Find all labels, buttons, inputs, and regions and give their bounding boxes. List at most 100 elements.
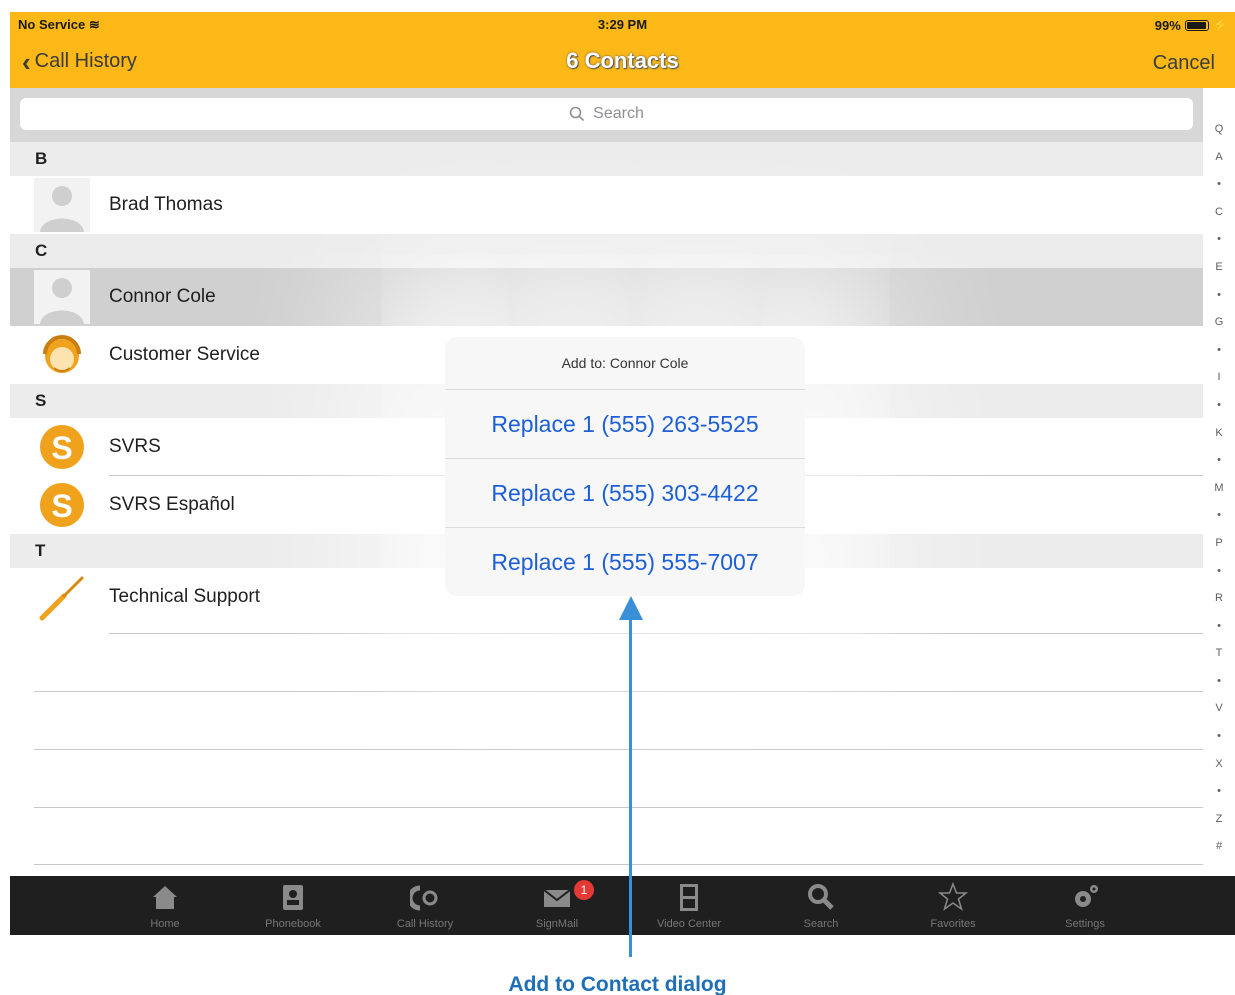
- index-letter[interactable]: E: [1215, 254, 1222, 282]
- index-letter[interactable]: #: [1216, 833, 1222, 861]
- contact-name: Technical Support: [109, 586, 261, 607]
- back-button[interactable]: ‹ Call History: [22, 46, 137, 77]
- tab-label: Search: [803, 918, 839, 930]
- replace-number-button-2[interactable]: Replace 1 (555) 303-4422: [445, 459, 805, 528]
- headset-agent-icon: [43, 335, 81, 373]
- dialog-title: Add to: Connor Cole: [445, 337, 805, 390]
- contact-name: Connor Cole: [109, 286, 216, 307]
- row-divider: [34, 749, 1203, 750]
- tab-label: SignMail: [535, 918, 579, 930]
- clock: 3:29 PM: [597, 17, 648, 32]
- section-header-c: C: [10, 234, 1203, 268]
- contact-name: Brad Thomas: [109, 194, 223, 215]
- row-divider: [34, 807, 1203, 808]
- index-letter[interactable]: A: [1215, 144, 1222, 172]
- svrs-logo-icon: S: [40, 483, 84, 527]
- gear-icon: [1075, 885, 1098, 907]
- row-divider: [109, 633, 1203, 634]
- contact-name: SVRS Español: [109, 494, 235, 515]
- tab-label: Phonebook: [265, 918, 321, 930]
- tab-label: Call History: [396, 918, 454, 930]
- index-letter[interactable]: P: [1215, 530, 1222, 558]
- signmail-badge: 1: [574, 880, 594, 900]
- alphabet-index[interactable]: Q A • C • E • G • I • K • M • P • R • T • V • X • Z #: [1203, 116, 1235, 862]
- tab-label: Settings: [1065, 918, 1105, 930]
- contact-row-brad-thomas[interactable]: Brad Thomas: [10, 176, 1203, 234]
- tab-phonebook[interactable]: Phonebook: [238, 876, 348, 935]
- tab-home[interactable]: Home: [110, 876, 220, 935]
- screwdriver-icon: [39, 576, 84, 621]
- search-input[interactable]: Search: [20, 98, 1193, 130]
- tab-label: Favorites: [930, 918, 976, 930]
- index-dot[interactable]: •: [1217, 723, 1221, 751]
- index-dot[interactable]: •: [1217, 171, 1221, 199]
- index-dot[interactable]: •: [1217, 558, 1221, 586]
- star-icon: [938, 882, 968, 911]
- page-title: 6 Contacts: [566, 48, 679, 73]
- index-letter[interactable]: T: [1216, 640, 1223, 668]
- index-dot[interactable]: •: [1217, 613, 1221, 641]
- contact-row-connor-cole[interactable]: Connor Cole: [10, 268, 1203, 326]
- tab-signmail[interactable]: 1 SignMail: [502, 876, 612, 935]
- tab-call-history[interactable]: Call History: [370, 876, 480, 935]
- index-dot[interactable]: •: [1217, 668, 1221, 696]
- index-letter[interactable]: G: [1215, 309, 1224, 337]
- search-placeholder: Search: [593, 105, 644, 122]
- index-letter[interactable]: M: [1214, 475, 1223, 503]
- search-icon: [808, 884, 834, 910]
- chevron-left-icon: ‹: [22, 46, 31, 77]
- index-letter[interactable]: X: [1215, 751, 1222, 779]
- index-letter[interactable]: V: [1215, 695, 1222, 723]
- index-dot[interactable]: •: [1217, 778, 1221, 806]
- tab-video-center[interactable]: Video Center: [634, 876, 744, 935]
- tab-settings[interactable]: Settings: [1030, 876, 1140, 935]
- tab-label: Home: [150, 918, 180, 930]
- call-history-icon: [410, 885, 438, 911]
- callout-arrow-line: [629, 612, 632, 957]
- index-dot[interactable]: •: [1217, 502, 1221, 530]
- index-letter[interactable]: R: [1215, 585, 1223, 613]
- battery-fill: [1186, 21, 1206, 29]
- home-icon: [153, 886, 177, 909]
- battery-percent: 99%: [1154, 17, 1181, 33]
- replace-number-button-1[interactable]: Replace 1 (555) 263-5525: [445, 390, 805, 459]
- index-letter[interactable]: K: [1215, 420, 1222, 448]
- phonebook-icon: [283, 885, 303, 910]
- contact-name: SVRS: [109, 436, 161, 457]
- index-dot[interactable]: •: [1217, 337, 1221, 365]
- battery-icon: [1184, 19, 1209, 31]
- annotation-label: Add to Contact dialog: [508, 973, 727, 995]
- search-bar: Search: [10, 88, 1203, 142]
- person-silhouette-icon: [34, 270, 90, 324]
- index-dot[interactable]: •: [1217, 226, 1221, 254]
- index-letter[interactable]: I: [1217, 364, 1220, 392]
- nav-bar: ‹ Call History 6 Contacts Cancel: [10, 40, 1235, 84]
- index-dot[interactable]: •: [1217, 447, 1221, 475]
- charging-icon: ⚡: [1212, 17, 1229, 32]
- header-bar: No Service ≋ 3:29 PM 99% ⚡ ‹ Call Histor…: [10, 12, 1235, 88]
- row-divider: [34, 864, 1203, 865]
- replace-number-button-3[interactable]: Replace 1 (555) 555-7007: [445, 528, 805, 597]
- envelope-icon: [543, 889, 571, 907]
- add-to-contact-dialog: Add to: Connor Cole Replace 1 (555) 263-…: [445, 337, 805, 596]
- index-dot[interactable]: •: [1217, 282, 1221, 310]
- ipad-screen: No Service ≋ 3:29 PM 99% ⚡ ‹ Call Histor…: [10, 12, 1235, 935]
- svg-text:S: S: [51, 430, 72, 466]
- screenshot-stage: No Service ≋ 3:29 PM 99% ⚡ ‹ Call Histor…: [0, 0, 1235, 995]
- index-letter[interactable]: C: [1215, 199, 1223, 227]
- svg-text:S: S: [51, 488, 72, 524]
- tab-bar: Home Phonebook Call History 1 SignMail V…: [10, 876, 1235, 935]
- search-icon: [569, 106, 585, 122]
- contact-name: Customer Service: [109, 344, 260, 365]
- back-button-label: Call History: [34, 50, 137, 72]
- index-letter[interactable]: Z: [1216, 806, 1223, 834]
- index-search-icon[interactable]: Q: [1215, 116, 1224, 144]
- index-dot[interactable]: •: [1217, 392, 1221, 420]
- cancel-button[interactable]: Cancel: [1153, 52, 1215, 75]
- tab-favorites[interactable]: Favorites: [898, 876, 1008, 935]
- battery-indicator: 99% ⚡: [1155, 17, 1229, 33]
- tab-search[interactable]: Search: [766, 876, 876, 935]
- svrs-logo-icon: S: [40, 425, 84, 469]
- film-icon: [680, 884, 698, 911]
- tab-label: Video Center: [656, 918, 721, 930]
